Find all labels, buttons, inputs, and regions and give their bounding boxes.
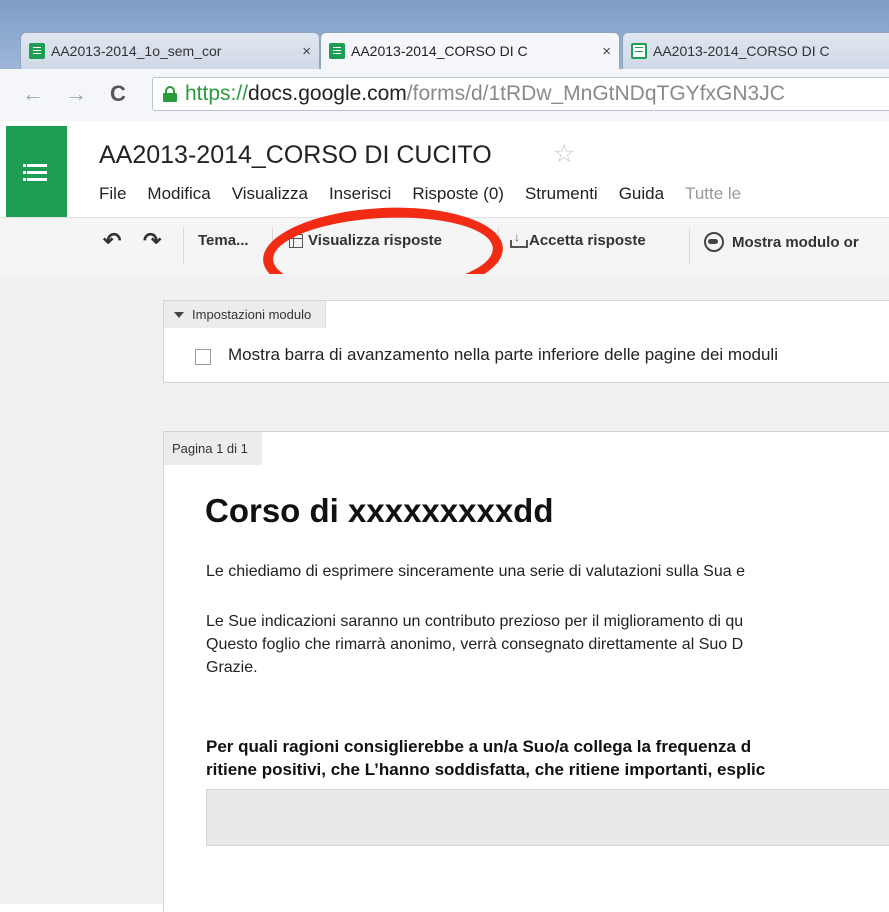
docs-header: AA2013-2014_CORSO DI CUCITO ☆ File Modif… — [0, 121, 889, 217]
form-settings-panel: Impostazioni modulo Mostra barra di avan… — [163, 300, 889, 383]
form-settings-tab-label: Impostazioni modulo — [192, 307, 312, 322]
forms-app-icon[interactable] — [6, 126, 67, 217]
show-live-form-button[interactable]: Mostra modulo or — [704, 232, 859, 252]
tab-title: AA2013-2014_1o_sem_cor — [51, 43, 222, 59]
toolbar-divider — [183, 228, 184, 264]
accept-responses-label: Accetta risposte — [529, 232, 646, 249]
browser-tab-3[interactable]: AA2013-2014_CORSO DI C — [622, 32, 889, 69]
form-settings-tab[interactable]: Impostazioni modulo — [164, 301, 327, 328]
undo-icon[interactable]: ↶ — [103, 228, 121, 254]
sheets-icon — [631, 43, 647, 59]
star-icon[interactable]: ☆ — [553, 139, 575, 169]
menu-file[interactable]: File — [99, 184, 126, 204]
tab-title: AA2013-2014_CORSO DI C — [653, 43, 830, 59]
url-scheme: https:// — [185, 82, 249, 105]
progress-bar-checkbox[interactable] — [195, 349, 211, 365]
browser-tab-1[interactable]: AA2013-2014_1o_sem_cor × — [20, 32, 320, 69]
progress-bar-checkbox-label: Mostra barra di avanzamento nella parte … — [228, 345, 778, 364]
back-icon[interactable]: ← — [22, 81, 44, 107]
redo-icon[interactable]: ↷ — [143, 228, 161, 254]
show-form-label: Mostra modulo or — [732, 233, 859, 251]
form-description-line[interactable]: Grazie. — [206, 659, 258, 677]
tab-title: AA2013-2014_CORSO DI C — [351, 43, 528, 59]
theme-button[interactable]: Tema... — [198, 232, 249, 249]
question-title-line[interactable]: Per quali ragioni consiglierebbe a un/a … — [206, 737, 751, 757]
menu-inserisci[interactable]: Inserisci — [329, 184, 391, 204]
url-path: /forms/d/1tRDw_MnGtNDqTGYfxGN3JC — [406, 82, 785, 105]
forms-icon — [29, 43, 45, 59]
reload-icon[interactable]: C — [110, 81, 126, 107]
address-bar-row: ← → C https://docs.google.com/forms/d/1t… — [0, 69, 889, 122]
browser-tab-strip: AA2013-2014_1o_sem_cor × AA2013-2014_COR… — [0, 0, 889, 70]
url-input[interactable]: https://docs.google.com/forms/d/1tRDw_Mn… — [152, 77, 889, 111]
toolbar-divider — [689, 228, 690, 264]
form-title[interactable]: Corso di xxxxxxxxxdd — [205, 492, 554, 530]
form-description-line[interactable]: Questo foglio che rimarrà anonimo, verrà… — [206, 636, 743, 654]
forward-icon[interactable]: → — [65, 81, 87, 107]
close-tab-icon[interactable]: × — [602, 43, 611, 60]
answer-textarea[interactable] — [206, 789, 889, 846]
browser-tab-2[interactable]: AA2013-2014_CORSO DI C × — [320, 32, 620, 69]
menu-guida[interactable]: Guida — [619, 184, 664, 204]
accept-responses-button[interactable]: Accetta risposte — [510, 230, 646, 249]
menu-visualizza[interactable]: Visualizza — [232, 184, 308, 204]
form-description-line[interactable]: Le Sue indicazioni saranno un contributo… — [206, 613, 743, 631]
close-tab-icon[interactable]: × — [302, 43, 311, 60]
form-page-panel: Pagina 1 di 1 Corso di xxxxxxxxxdd Le ch… — [163, 431, 889, 912]
menu-risposte[interactable]: Risposte (0) — [412, 184, 504, 204]
lock-icon — [163, 86, 177, 102]
menu-modifica[interactable]: Modifica — [147, 184, 210, 204]
menu-all-changes[interactable]: Tutte le — [685, 184, 741, 204]
page-indicator-tab: Pagina 1 di 1 — [164, 432, 262, 465]
globe-icon — [704, 232, 724, 252]
document-title[interactable]: AA2013-2014_CORSO DI CUCITO — [99, 141, 492, 170]
menu-bar: File Modifica Visualizza Inserisci Rispo… — [99, 184, 762, 204]
url-host: docs.google.com — [248, 82, 407, 105]
menu-strumenti[interactable]: Strumenti — [525, 184, 598, 204]
form-description-line[interactable]: Le chiediamo di esprimere sinceramente u… — [206, 563, 745, 581]
inbox-icon — [510, 230, 528, 248]
forms-icon — [329, 43, 345, 59]
collapse-caret-icon — [174, 311, 184, 318]
question-title-line[interactable]: ritiene positivi, che L’hanno soddisfatt… — [206, 760, 765, 780]
